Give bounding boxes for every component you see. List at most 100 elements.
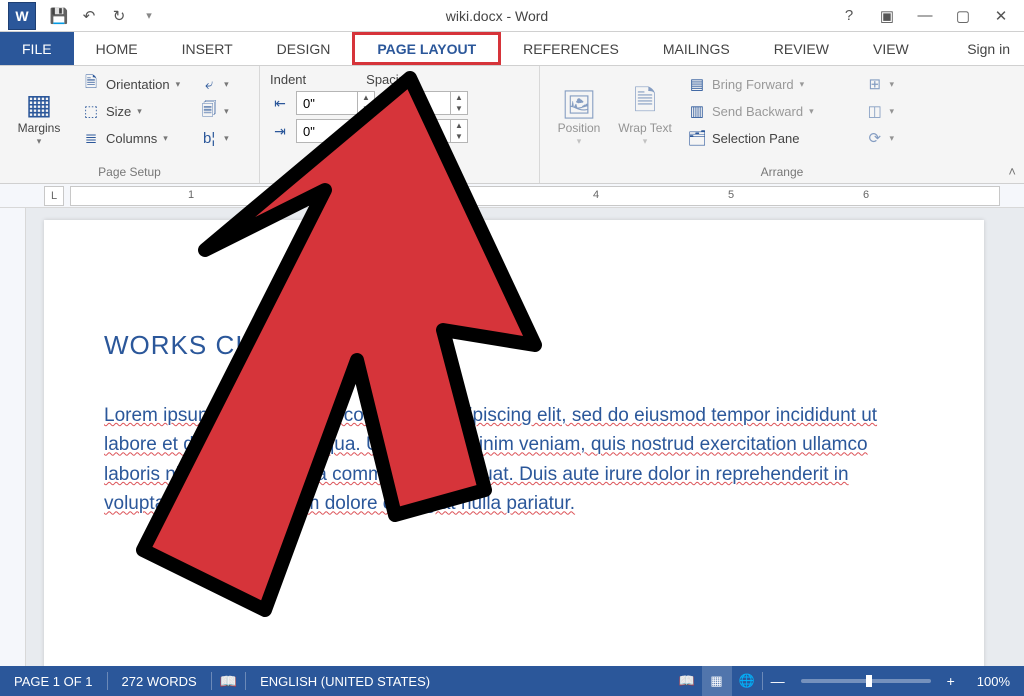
spin-up-icon[interactable]: ▲: [451, 120, 467, 131]
heading-works-cited[interactable]: WORKS CITED: [104, 330, 904, 361]
position-icon: 🖼: [561, 86, 597, 122]
ribbon: ▦ Margins ▾ 🗎 Orientation ▾ ⬚ Size ▾ ≣ C…: [0, 66, 1024, 184]
tab-design[interactable]: DESIGN: [255, 32, 353, 65]
status-page[interactable]: PAGE 1 OF 1: [0, 674, 107, 689]
ruler-scale[interactable]: 1 2 3 4 5 6: [70, 186, 1000, 206]
bring-forward-button[interactable]: ▤ Bring Forward ▾: [682, 72, 852, 96]
send-backward-label: Send Backward: [712, 104, 803, 119]
position-label: Position: [558, 122, 601, 135]
indent-heading: Indent: [270, 72, 306, 87]
selection-pane-button[interactable]: 🗂 Selection Pane: [682, 126, 852, 150]
columns-button[interactable]: ≣ Columns ▾: [76, 126, 186, 150]
tab-review[interactable]: REVIEW: [752, 32, 851, 65]
zoom-in-button[interactable]: +: [939, 673, 963, 689]
view-print-layout-icon[interactable]: ▦: [702, 666, 732, 696]
orientation-label: Orientation: [106, 77, 170, 92]
sign-in-link[interactable]: Sign in: [953, 32, 1024, 65]
spacing-after-field[interactable]: [390, 120, 450, 142]
status-bar: PAGE 1 OF 1 272 WORDS 📖 ENGLISH (UNITED …: [0, 666, 1024, 696]
window-controls: ? ▣ — ▢ ✕: [834, 5, 1016, 27]
spacing-before-input[interactable]: ▲▼: [389, 91, 468, 115]
undo-icon[interactable]: ↶: [78, 5, 100, 27]
wrap-text-icon: 🗎: [627, 86, 663, 122]
chevron-down-icon: ▾: [37, 136, 42, 147]
tab-references[interactable]: REFERENCES: [501, 32, 641, 65]
tab-selector-icon[interactable]: L: [44, 186, 64, 206]
group-paragraph: Indent Spacing ⇤ ▲▼ ▲▼: [260, 66, 540, 183]
tab-file[interactable]: FILE: [0, 32, 74, 65]
zoom-slider-thumb[interactable]: [866, 675, 872, 687]
rotate-button[interactable]: ⟳▾: [860, 126, 900, 150]
indent-right-field[interactable]: [297, 120, 357, 142]
save-icon[interactable]: 💾: [48, 5, 70, 27]
spacing-heading: Spacing: [366, 72, 413, 87]
tab-insert[interactable]: INSERT: [160, 32, 255, 65]
spin-down-icon[interactable]: ▼: [358, 131, 374, 142]
columns-icon: ≣: [82, 129, 100, 147]
orientation-button[interactable]: 🗎 Orientation ▾: [76, 72, 186, 96]
selection-pane-icon: 🗂: [688, 129, 706, 147]
document-area: WORKS CITED Lorem ipsum dolor sit amet, …: [0, 208, 1024, 666]
hyphenation-button[interactable]: b¦▾: [194, 126, 235, 150]
indent-left-field[interactable]: [297, 92, 357, 114]
spin-up-icon[interactable]: ▲: [358, 92, 374, 103]
wrap-text-button[interactable]: 🗎 Wrap Text ▾: [616, 72, 674, 161]
help-button[interactable]: ?: [834, 5, 864, 27]
ruler-vertical[interactable]: [0, 208, 26, 666]
tab-home[interactable]: HOME: [74, 32, 160, 65]
margins-button[interactable]: ▦ Margins ▾: [10, 72, 68, 161]
line-numbers-icon: 🗐: [200, 102, 218, 120]
ruler-mark: 4: [593, 189, 599, 201]
chevron-down-icon: ▾: [176, 79, 181, 90]
spacing-after-input[interactable]: ▲▼: [389, 119, 468, 143]
ruler-mark: 2: [323, 189, 329, 201]
indent-right-input[interactable]: ▲▼: [296, 119, 375, 143]
group-label-arrange: Arrange: [550, 161, 1014, 179]
send-backward-button[interactable]: ▥ Send Backward ▾: [682, 99, 852, 123]
breaks-button[interactable]: ⤶▾: [194, 72, 235, 96]
proofing-icon[interactable]: 📖: [212, 673, 245, 690]
margins-label: Margins: [18, 122, 61, 135]
size-button[interactable]: ⬚ Size ▾: [76, 99, 186, 123]
chevron-down-icon: ▾: [889, 133, 894, 144]
view-web-layout-icon[interactable]: 🌐: [732, 666, 762, 696]
line-numbers-button[interactable]: 🗐▾: [194, 99, 235, 123]
tab-view[interactable]: VIEW: [851, 32, 931, 65]
body-paragraph[interactable]: Lorem ipsum dolor sit amet, consectetur …: [104, 401, 904, 519]
zoom-out-button[interactable]: —: [763, 673, 793, 689]
status-word-count[interactable]: 272 WORDS: [108, 674, 211, 689]
margins-icon: ▦: [21, 86, 57, 122]
qat-customize-icon[interactable]: ▾: [138, 5, 160, 27]
align-button[interactable]: ⊞▾: [860, 72, 900, 96]
spin-up-icon[interactable]: ▲: [451, 92, 467, 103]
minimize-button[interactable]: —: [910, 5, 940, 27]
ribbon-display-options-icon[interactable]: ▣: [872, 5, 902, 27]
group-label-page-setup: Page Setup: [10, 161, 249, 179]
tab-mailings[interactable]: MAILINGS: [641, 32, 752, 65]
ruler-mark: 5: [728, 189, 734, 201]
zoom-level[interactable]: 100%: [963, 674, 1024, 689]
tab-page-layout[interactable]: PAGE LAYOUT: [352, 32, 501, 65]
redo-icon[interactable]: ↻: [108, 5, 130, 27]
indent-right-icon: ⇥: [270, 121, 290, 141]
collapse-ribbon-icon[interactable]: ˄: [1008, 164, 1016, 179]
ruler-horizontal[interactable]: L 1 2 3 4 5 6: [0, 184, 1024, 208]
close-button[interactable]: ✕: [986, 5, 1016, 27]
view-read-mode-icon[interactable]: 📖: [672, 666, 702, 696]
indent-left-input[interactable]: ▲▼: [296, 91, 375, 115]
spin-down-icon[interactable]: ▼: [358, 103, 374, 114]
group-button[interactable]: ◫▾: [860, 99, 900, 123]
chevron-down-icon: ▾: [224, 106, 229, 117]
spin-up-icon[interactable]: ▲: [358, 120, 374, 131]
zoom-slider[interactable]: [801, 679, 931, 683]
document-page[interactable]: WORKS CITED Lorem ipsum dolor sit amet, …: [44, 220, 984, 666]
position-button[interactable]: 🖼 Position ▾: [550, 72, 608, 161]
chevron-down-icon: ▾: [800, 79, 805, 90]
status-language[interactable]: ENGLISH (UNITED STATES): [246, 674, 444, 689]
chevron-down-icon: ▾: [163, 133, 168, 144]
spin-down-icon[interactable]: ▼: [451, 131, 467, 142]
spin-down-icon[interactable]: ▼: [451, 103, 467, 114]
spacing-before-field[interactable]: [390, 92, 450, 114]
chevron-down-icon: ▾: [577, 136, 582, 147]
maximize-button[interactable]: ▢: [948, 5, 978, 27]
